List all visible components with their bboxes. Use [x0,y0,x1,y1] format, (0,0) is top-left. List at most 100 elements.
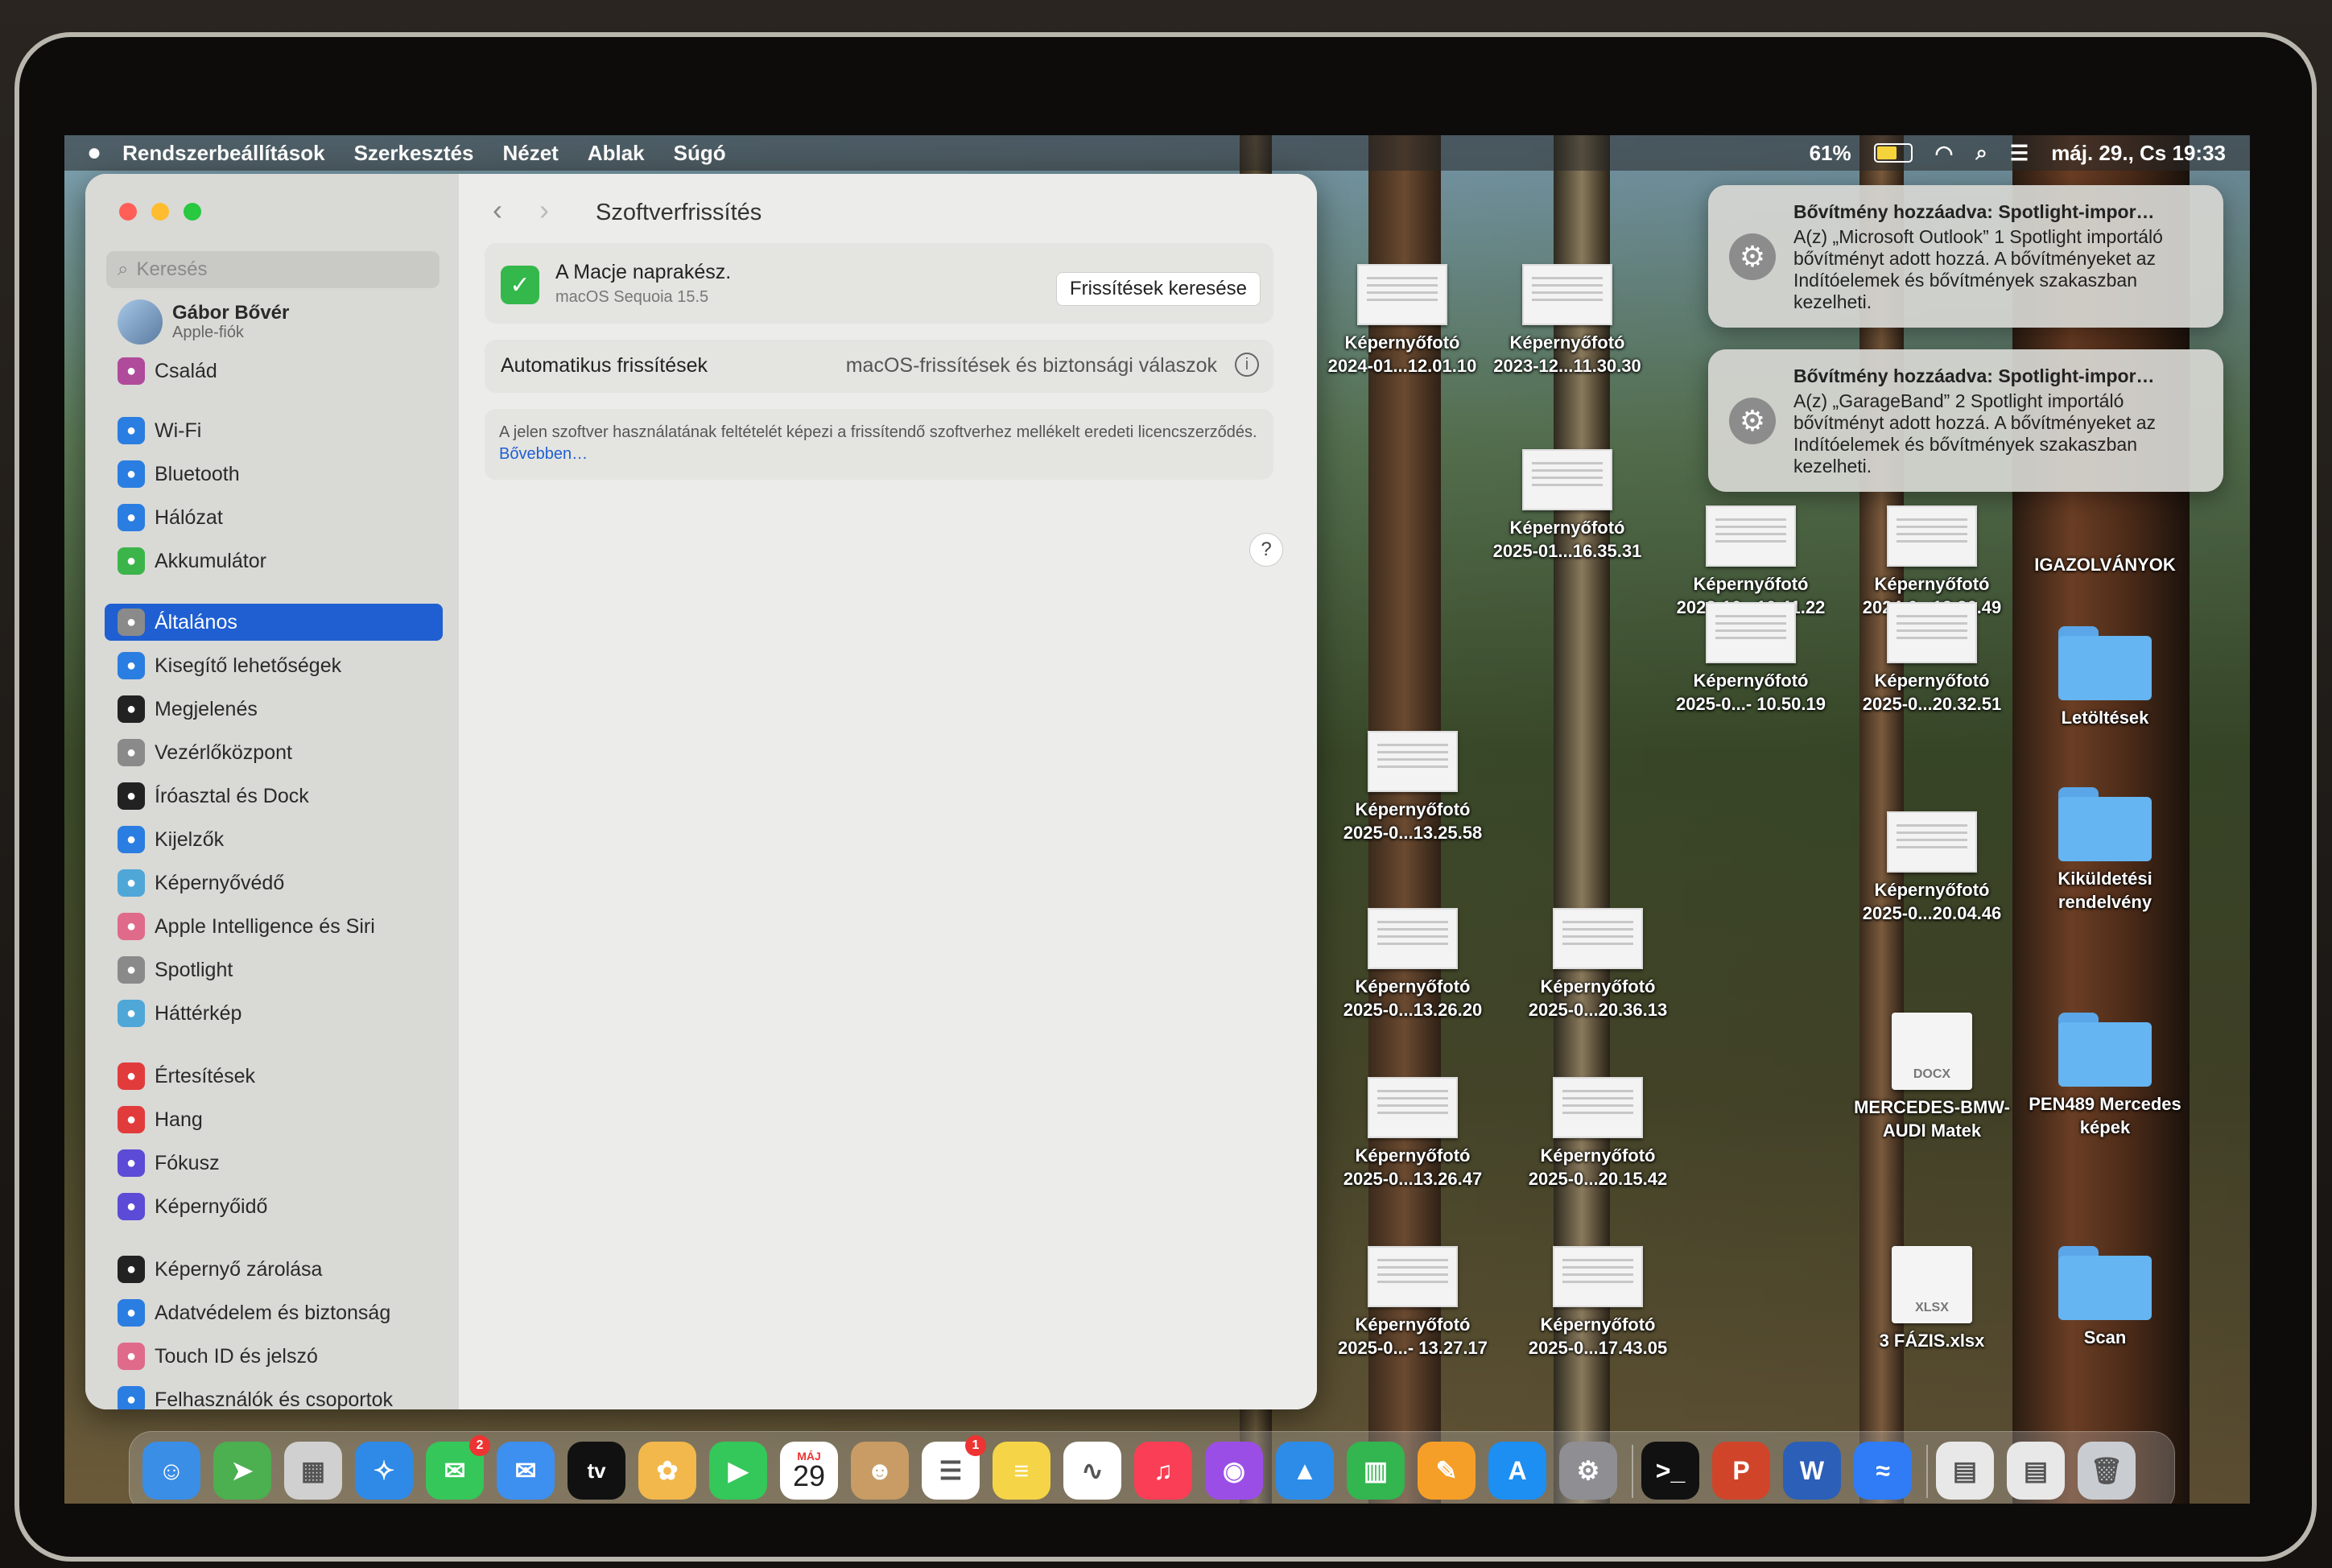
desktop-item[interactable]: Képernyőfotó 2025-0...- 13.27.17 [1320,1246,1505,1360]
desktop-item[interactable]: Scan [2012,1246,2198,1350]
sidebar-item[interactable]: ● Általános [105,604,443,641]
finder-icon[interactable]: ☺ [142,1442,200,1500]
maps-icon[interactable]: ➤ [213,1442,271,1500]
notification-outlook[interactable]: ⚙ Bővítmény hozzáadva: Spotlight-impor… … [1708,185,2223,328]
calendar-icon[interactable]: MÁJ 29 [780,1442,838,1500]
messenger-icon[interactable]: ≈ [1854,1442,1912,1500]
license-link[interactable]: Bővebben… [499,445,588,463]
sidebar-item[interactable]: ● Íróasztal és Dock [105,778,443,815]
podcasts-icon[interactable]: ◉ [1205,1442,1263,1500]
desktop-item[interactable]: Képernyőfotó 2025-0...20.32.51 [1839,602,2025,716]
search-icon[interactable]: ⌕ [1975,140,1987,166]
terminal-icon[interactable]: >_ [1641,1442,1699,1500]
desktop-item[interactable]: PEN489 Mercedes képek [2012,1013,2198,1139]
clock[interactable]: máj. 29., Cs 19:33 [2051,141,2226,166]
facetime-icon[interactable]: ▶ [709,1442,767,1500]
desktop-item[interactable]: Képernyőfotó 2025-0...13.25.58 [1320,731,1505,844]
sidebar-item[interactable]: ● Képernyővédő [105,864,443,902]
sidebar-search-field[interactable]: ⌕ Keresés [106,251,440,288]
desktop-item-sublabel: 2023-12...11.30.30 [1493,355,1641,376]
freeform-icon[interactable]: ∿ [1063,1442,1121,1500]
desktop-item-sublabel: 2024-01...12.01.10 [1327,355,1477,376]
sidebar-account[interactable]: Gábor Bővér Apple-fiók [105,295,443,349]
search-icon: ⌕ [118,258,129,280]
desktop-item[interactable]: Képernyőfotó 2024-01...12.01.10 [1310,264,1495,378]
help-button[interactable]: ? [1249,533,1283,567]
menu-window[interactable]: Ablak [588,141,645,166]
desktop-item[interactable]: Képernyőfotó 2025-0...20.04.46 [1839,811,2025,925]
sidebar-item-icon: ● [118,460,145,488]
notification-garageband[interactable]: ⚙ Bővítmény hozzáadva: Spotlight-impor… … [1708,349,2223,492]
launchpad-icon[interactable]: ▦ [284,1442,342,1500]
sidebar-item[interactable]: ● Háttérkép [105,995,443,1032]
desktop-item[interactable]: Képernyőfotó 2025-0...- 10.50.19 [1658,602,1843,716]
photos-icon[interactable]: ✿ [638,1442,696,1500]
wifi-icon[interactable]: ◠ [1935,141,1954,166]
forward-arrow-icon[interactable]: › [539,193,549,227]
sidebar-item[interactable]: ● Bluetooth [105,456,443,493]
keynote-icon[interactable]: ▲ [1276,1442,1334,1500]
sidebar-item[interactable]: ● Adatvédelem és biztonság [105,1294,443,1331]
sidebar-item[interactable]: ● Apple Intelligence és Siri [105,908,443,945]
control-center-icon[interactable]: ☰ [2010,141,2029,166]
desktop-item[interactable]: Képernyőfotó 2023-12...11.30.30 [1475,264,1660,378]
sidebar-item[interactable]: ● Fókusz [105,1145,443,1182]
safari-icon[interactable]: ✧ [355,1442,413,1500]
desktop-item[interactable]: Kiküldetési rendelvény [2012,787,2198,914]
tv-icon[interactable]: tv [568,1442,625,1500]
mail-icon[interactable]: ✉ [497,1442,555,1500]
desktop-item[interactable]: Képernyőfotó 2025-0...17.43.05 [1505,1246,1690,1360]
menu-app[interactable]: Rendszerbeállítások [122,141,324,166]
desktop-item[interactable]: Képernyőfotó 2025-0...20.36.13 [1505,908,1690,1021]
sidebar-item[interactable]: ● Wi-Fi [105,412,443,449]
pages-icon[interactable]: ✎ [1418,1442,1476,1500]
apple-menu-icon[interactable]: ● [87,139,101,167]
contacts-icon[interactable]: ☻ [851,1442,909,1500]
sidebar-item[interactable]: ● Család [105,353,443,390]
sidebar-item[interactable]: ● Akkumulátor [105,543,443,580]
auto-updates-row[interactable]: Automatikus frissítések macOS-frissítése… [485,340,1273,393]
desktop-item[interactable]: Képernyőfotó 2025-0...13.26.47 [1320,1077,1505,1190]
sidebar-item[interactable]: ● Megjelenés [105,691,443,728]
sidebar-item[interactable]: ● Képernyő zárolása [105,1251,443,1288]
desktop-item[interactable]: IGAZOLVÁNYOK [2012,554,2198,577]
music-icon[interactable]: ♫ [1134,1442,1192,1500]
desktop-item[interactable]: Képernyőfotó 2025-0...20.15.42 [1505,1077,1690,1190]
menu-edit[interactable]: Szerkesztés [354,141,474,166]
sidebar-item[interactable]: ● Spotlight [105,951,443,988]
zoom-button[interactable] [184,203,201,221]
desktop-item[interactable]: Képernyőfotó 2025-0...13.26.20 [1320,908,1505,1021]
sidebar-item[interactable]: ● Kijelzők [105,821,443,858]
back-arrow-icon[interactable]: ‹ [493,193,502,227]
menu-view[interactable]: Nézet [502,141,558,166]
sidebar-item[interactable]: ● Hang [105,1101,443,1138]
word-icon[interactable]: W [1783,1442,1841,1500]
sidebar-item[interactable]: ● Vezérlőközpont [105,734,443,771]
messages-icon[interactable]: ✉ 2 [426,1435,490,1500]
pdf-document-icon[interactable]: ▤ [1936,1442,1994,1500]
sidebar-item[interactable]: ● Hálózat [105,499,443,536]
desktop-item[interactable]: Letöltések [2012,626,2198,730]
notes-icon[interactable]: ≡ [993,1442,1050,1500]
desktop-item[interactable]: DOCX MERCEDES-BMW- AUDI Matek [1839,1013,2025,1142]
menu-help[interactable]: Súgó [674,141,726,166]
sidebar-item[interactable]: ● Touch ID és jelszó [105,1338,443,1375]
sidebar-item[interactable]: ● Kisegítő lehetőségek [105,647,443,684]
battery-icon[interactable] [1873,143,1913,163]
sidebar-item[interactable]: ● Képernyőidő [105,1188,443,1225]
sidebar-item[interactable]: ● Értesítések [105,1058,443,1095]
desktop-item[interactable]: XLSX 3 FÁZIS.xlsx [1839,1246,2025,1353]
trash-icon[interactable]: 🗑 [2078,1442,2136,1500]
system-settings-icon[interactable]: ⚙ [1559,1442,1617,1500]
app-store-icon[interactable]: A [1488,1442,1546,1500]
powerpoint-icon[interactable]: P [1712,1442,1770,1500]
sidebar-item[interactable]: ● Felhasználók és csoportok [105,1381,443,1409]
close-button[interactable] [119,203,137,221]
numbers-icon[interactable]: ▥ [1347,1442,1405,1500]
reminders-icon[interactable]: ☰ 1 [922,1435,986,1500]
desktop-item[interactable]: Képernyőfotó 2025-01...16.35.31 [1475,449,1660,563]
check-updates-button[interactable]: Frissítések keresése [1055,272,1261,306]
info-icon[interactable]: i [1235,353,1259,377]
stack-icon[interactable]: ▤ [2007,1442,2065,1500]
minimize-button[interactable] [151,203,169,221]
